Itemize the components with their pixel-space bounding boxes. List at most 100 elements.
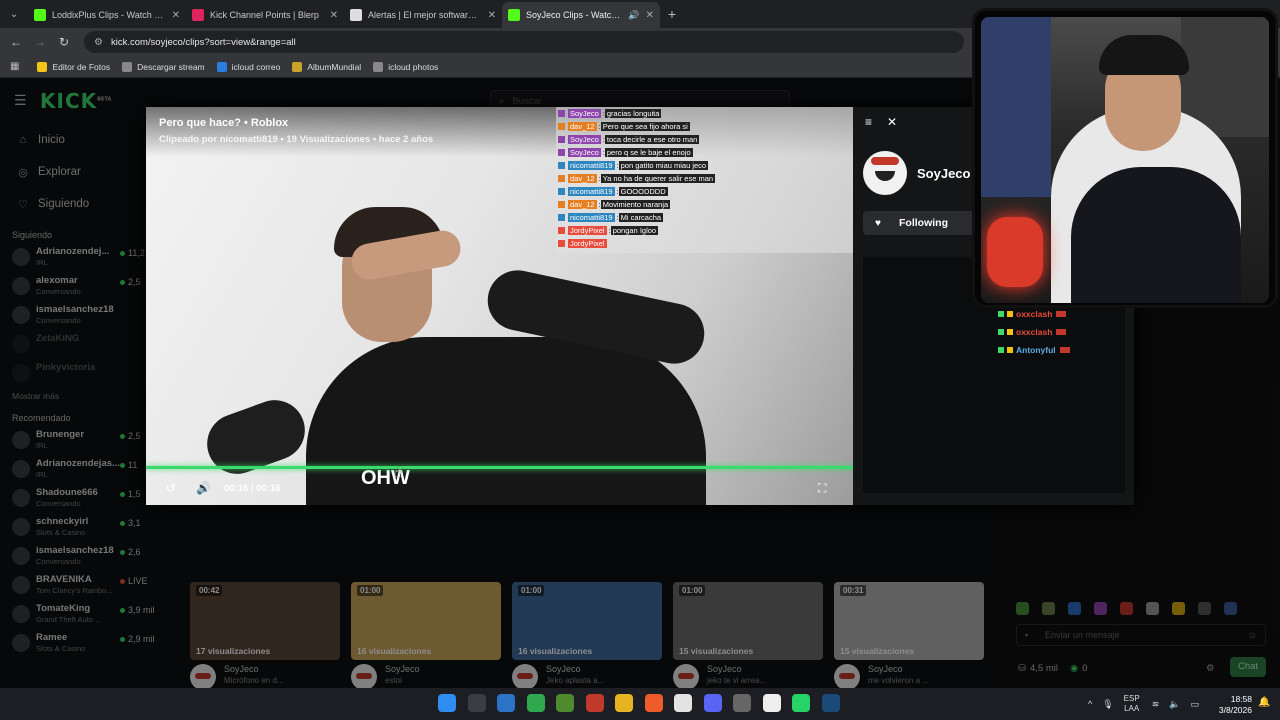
bookmark-item[interactable]: icloud correo	[216, 61, 280, 72]
clip-video-player[interactable]: OHW Pero que hace? • Roblox Clipeado por…	[146, 107, 853, 505]
browser-tab[interactable]: Kick Channel Points | Blerp ✕	[186, 2, 344, 28]
clip-title[interactable]: Micrófono en d...	[224, 676, 284, 685]
clip-channel[interactable]: SoyJeco	[546, 664, 604, 674]
hamburger-menu-icon[interactable]: ☰	[14, 92, 27, 109]
forward-arrow-icon[interactable]: →	[28, 35, 52, 49]
clip-title[interactable]: jeko te vi arrea...	[707, 676, 766, 685]
sidebar-nav-inicio[interactable]: ⌂ Inicio	[0, 124, 150, 156]
chat-username[interactable]: oxxclash	[1016, 309, 1052, 319]
channel-points[interactable]: 4,5 mil	[1030, 663, 1058, 674]
bookmark-item[interactable]: Editor de Fotos	[37, 61, 110, 72]
video-progress-bar[interactable]	[146, 466, 853, 469]
clock[interactable]: 18:58 3/8/2026	[1212, 694, 1252, 716]
clip-thumbnail[interactable]: 01:00 16 visualizaciones	[512, 582, 662, 660]
steam-icon[interactable]	[821, 694, 840, 712]
emote-icon[interactable]	[1172, 602, 1185, 615]
app-icon[interactable]	[733, 694, 751, 712]
channel-avatar[interactable]	[863, 151, 907, 195]
site-info-icon[interactable]: ⚙	[94, 37, 103, 48]
clip-thumbnail[interactable]: 00:42 17 visualizaciones	[190, 582, 340, 660]
sidebar-channel[interactable]: Ramee Slots & Casino 2,9 mil	[0, 632, 155, 661]
chat-username[interactable]: oxxclash	[1016, 327, 1052, 337]
emote-icon[interactable]	[1198, 602, 1211, 615]
new-tab-button[interactable]: +	[660, 6, 684, 22]
sidebar-channel[interactable]: ZetaKiNG	[0, 333, 150, 362]
emote-icon[interactable]	[1068, 602, 1081, 615]
tab-close-icon[interactable]: ✕	[646, 10, 654, 21]
notification-bell-icon[interactable]: 🔔	[1258, 697, 1270, 708]
url-field[interactable]: ⚙ kick.com/soyjeco/clips?sort=view&range…	[84, 31, 964, 53]
whatsapp-icon[interactable]	[792, 694, 810, 712]
kick-logo[interactable]: KICKBETA	[40, 89, 111, 113]
minecraft-icon[interactable]	[556, 694, 574, 712]
close-icon[interactable]: ✕	[887, 115, 897, 129]
clip-title[interactable]: me volvieron a ...	[868, 676, 929, 685]
emote-icon[interactable]	[1224, 602, 1237, 615]
browser-tab[interactable]: Alertas | El mejor software para ✕	[344, 2, 502, 28]
reload-icon[interactable]: ↻	[52, 35, 76, 49]
clip-card[interactable]: 00:31 15 visualizaciones SoyJeco me volvier…	[834, 582, 984, 688]
clip-channel[interactable]: SoyJeco	[224, 664, 284, 674]
volume-icon[interactable]: 🔊	[196, 481, 211, 495]
emote-icon[interactable]	[1042, 602, 1055, 615]
xbox-icon[interactable]	[526, 694, 545, 712]
sidebar-channel[interactable]: ismaelsanchez18 Conversando	[0, 304, 150, 333]
discord-icon[interactable]	[703, 694, 722, 712]
sidebar-channel[interactable]: schneckyirl Slots & Casino 3,1	[0, 516, 150, 545]
fullscreen-icon[interactable]: ⛶	[818, 481, 826, 496]
chrome-icon[interactable]	[674, 694, 692, 712]
chat-settings-icon[interactable]: ⚙	[1206, 663, 1215, 674]
bookmark-item[interactable]: Descargar stream	[122, 61, 205, 72]
chevron-up-icon[interactable]: ^	[1088, 699, 1092, 709]
microphone-icon[interactable]: 🎙	[1102, 699, 1113, 710]
emote-icon[interactable]	[1016, 602, 1029, 615]
show-more-link[interactable]: Mostrar más	[0, 391, 150, 409]
capcut-icon[interactable]	[762, 694, 781, 712]
sidebar-channel[interactable]: ismaelsanchez18 Conversando 2,6	[0, 545, 150, 574]
tab-audio-icon[interactable]: 🔊	[628, 10, 639, 21]
replay-icon[interactable]: ↺	[166, 481, 176, 495]
start-icon[interactable]	[438, 694, 456, 712]
channel-name[interactable]: SoyJeco	[917, 166, 970, 181]
sidebar-channel[interactable]: Adrianozendej... IRL 11,2	[0, 246, 150, 275]
tab-close-icon[interactable]: ✕	[330, 10, 338, 21]
clip-card[interactable]: 01:00 15 visualizaciones SoyJeco jeko te vi…	[673, 582, 823, 688]
folder-icon[interactable]	[615, 694, 633, 712]
bookmark-item[interactable]: icloud photos	[373, 61, 438, 72]
chat-username[interactable]: Antonyful	[1016, 345, 1056, 355]
browser-tab[interactable]: LoddixPlus Clips - Watch Live o ✕	[28, 2, 186, 28]
sidebar-channel[interactable]: Brunenger IRL 2,5	[0, 429, 150, 458]
chat-send-button[interactable]: Chat	[1230, 657, 1266, 677]
tab-close-icon[interactable]: ✕	[488, 10, 496, 21]
sidebar-channel[interactable]: Pinkyvictoria	[0, 362, 150, 391]
back-arrow-icon[interactable]: ←	[4, 35, 28, 49]
channel-avatar[interactable]	[512, 664, 538, 688]
channel-avatar[interactable]	[190, 664, 216, 688]
sidebar-nav-explorar[interactable]: ◎ Explorar	[0, 156, 150, 188]
chat-message-input[interactable]: ▪ Enviar un mensaje ☺	[1016, 624, 1266, 646]
clip-channel[interactable]: SoyJeco	[868, 664, 929, 674]
clip-card[interactable]: 00:42 17 visualizaciones SoyJeco Micrófono …	[190, 582, 340, 688]
clip-channel[interactable]: SoyJeco	[385, 664, 420, 674]
clip-card[interactable]: 01:00 16 visualizaciones SoyJeco estoi	[351, 582, 501, 688]
collapse-panel-icon[interactable]: ≡	[865, 115, 872, 129]
sidebar-channel[interactable]: alexomar Conversando 2,5	[0, 275, 150, 304]
clip-title[interactable]: estoi	[385, 676, 420, 685]
emote-icon[interactable]	[1146, 602, 1159, 615]
task-view-icon[interactable]	[467, 694, 486, 712]
clip-title[interactable]: Jeko aplasta a...	[546, 676, 604, 685]
clip-channel[interactable]: SoyJeco	[707, 664, 766, 674]
tab-search-icon[interactable]: ⌄	[0, 0, 28, 28]
language-indicator[interactable]: ESP LAA	[1124, 694, 1140, 714]
emote-icon[interactable]	[1094, 602, 1107, 615]
tab-close-icon[interactable]: ✕	[172, 10, 180, 21]
apps-grid-icon[interactable]: ▦	[10, 61, 19, 72]
speaker-icon[interactable]: 🔈	[1169, 699, 1180, 710]
bookmark-item[interactable]: AlbumMundial	[292, 61, 361, 72]
sidebar-channel[interactable]: Shadoune666 Conversando 1,5	[0, 487, 150, 516]
brave-icon[interactable]	[644, 694, 663, 712]
clip-thumbnail[interactable]: 01:00 15 visualizaciones	[673, 582, 823, 660]
app-icon[interactable]	[585, 694, 604, 712]
emote-icon[interactable]	[1120, 602, 1133, 615]
wifi-icon[interactable]: ≋	[1152, 699, 1160, 710]
